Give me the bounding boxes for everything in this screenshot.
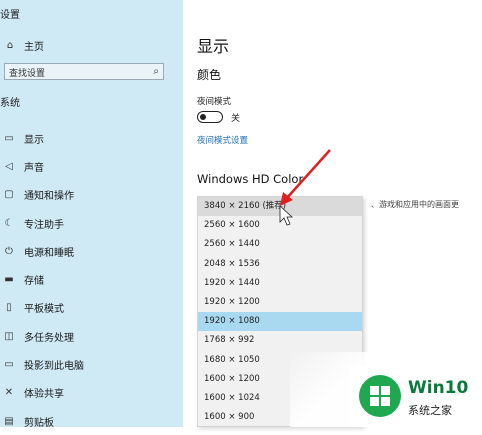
sidebar-item-label: 声音 [24,162,44,174]
sidebar-nav: ▭ 显示 ◁ 声音 ▢ 通知和操作 ☾ 专注助手 ⏻ 电源和睡眠 ▬ 存储 ▯ … [0,124,183,435]
sidebar-item-shared[interactable]: ✕ 体验共享 [0,379,183,407]
night-light-settings-link[interactable]: 夜间模式设置 [197,134,248,146]
hd-color-description: 、游戏和应用中的画面更 [371,200,459,209]
night-light-label: 夜间模式 [197,97,232,107]
sidebar-item-sound[interactable]: ◁ 声音 [0,152,183,180]
sidebar-item-storage[interactable]: ▬ 存储 [0,265,183,293]
search-placeholder: 查找设置 [9,69,46,79]
watermark-subtitle: 系统之家 [408,404,452,417]
sidebar-item-focus-assist[interactable]: ☾ 专注助手 [0,209,183,237]
toggle-knob [200,113,206,120]
sidebar-item-power[interactable]: ⏻ 电源和睡眠 [0,237,183,265]
multitask-icon: ◫ [4,330,14,342]
sidebar-item-label: 存储 [24,276,44,288]
sidebar-item-clipboard[interactable]: ▤ 剪贴板 [0,407,183,435]
night-light-toggle[interactable] [197,111,223,123]
sidebar-item-label: 专注助手 [24,219,64,231]
sidebar-item-label: 平板模式 [24,304,64,316]
monitor-icon: ▭ [4,132,14,144]
resolution-option-selected[interactable]: 1920 × 1080 [198,312,362,332]
resolution-option[interactable]: 2560 × 1440 [198,235,362,254]
sidebar-item-label: 显示 [24,134,44,146]
window-title: 设置 [0,10,20,21]
hd-color-heading: Windows HD Color [197,172,304,186]
sidebar-item-label: 多任务处理 [24,332,74,344]
moon-icon: ☾ [4,217,14,229]
home-label: 主页 [24,42,44,53]
resolution-option[interactable]: 2048 × 1536 [198,255,362,274]
resolution-option[interactable]: 1768 × 992 [198,331,362,350]
storage-icon: ▬ [4,274,14,286]
share-icon: ✕ [4,387,14,399]
sidebar-item-notifications[interactable]: ▢ 通知和操作 [0,181,183,209]
speaker-icon: ◁ [5,160,13,172]
sidebar-item-label: 电源和睡眠 [24,247,74,259]
search-input[interactable]: 查找设置 ⌕ [4,63,164,80]
power-icon: ⏻ [5,245,13,257]
section-heading-color: 颜色 [197,68,222,82]
resolution-option[interactable]: 1920 × 1440 [198,274,362,293]
sidebar: 设置 ⌂ 主页 查找设置 ⌕ 系统 ▭ 显示 ◁ 声音 ▢ 通知和操作 ☾ 专注… [0,0,183,429]
home-icon: ⌂ [6,40,14,51]
sidebar-item-tablet[interactable]: ▯ 平板模式 [0,294,183,322]
clipboard-icon: ▤ [4,415,14,427]
resolution-option[interactable]: 3840 × 2160 (推荐) [198,197,362,217]
project-icon: ▭ [4,359,14,371]
resolution-option[interactable]: 2560 × 1600 [198,216,362,235]
watermark-badge: Win10 系统之家 [350,366,482,427]
resolution-option[interactable]: 1920 × 1200 [198,293,362,312]
section-heading-system: 系统 [0,98,20,109]
tablet-icon: ▯ [6,302,12,314]
notification-icon: ▢ [4,189,14,201]
watermark-brand: Win10 [408,378,469,398]
sidebar-item-label: 通知和操作 [24,191,74,203]
sidebar-item-label: 剪贴板 [24,417,54,429]
sidebar-item-multitasking[interactable]: ◫ 多任务处理 [0,322,183,350]
sidebar-item-display[interactable]: ▭ 显示 [0,124,183,152]
night-light-state: 关 [231,114,241,124]
sidebar-item-label: 投影到此电脑 [24,361,84,373]
win10-logo-icon [359,375,401,417]
sidebar-item-projecting[interactable]: ▭ 投影到此电脑 [0,350,183,378]
sidebar-item-label: 体验共享 [24,389,64,401]
search-icon[interactable]: ⌕ [153,66,159,77]
home-link[interactable]: ⌂ 主页 [4,38,44,53]
page-title: 显示 [197,37,230,56]
